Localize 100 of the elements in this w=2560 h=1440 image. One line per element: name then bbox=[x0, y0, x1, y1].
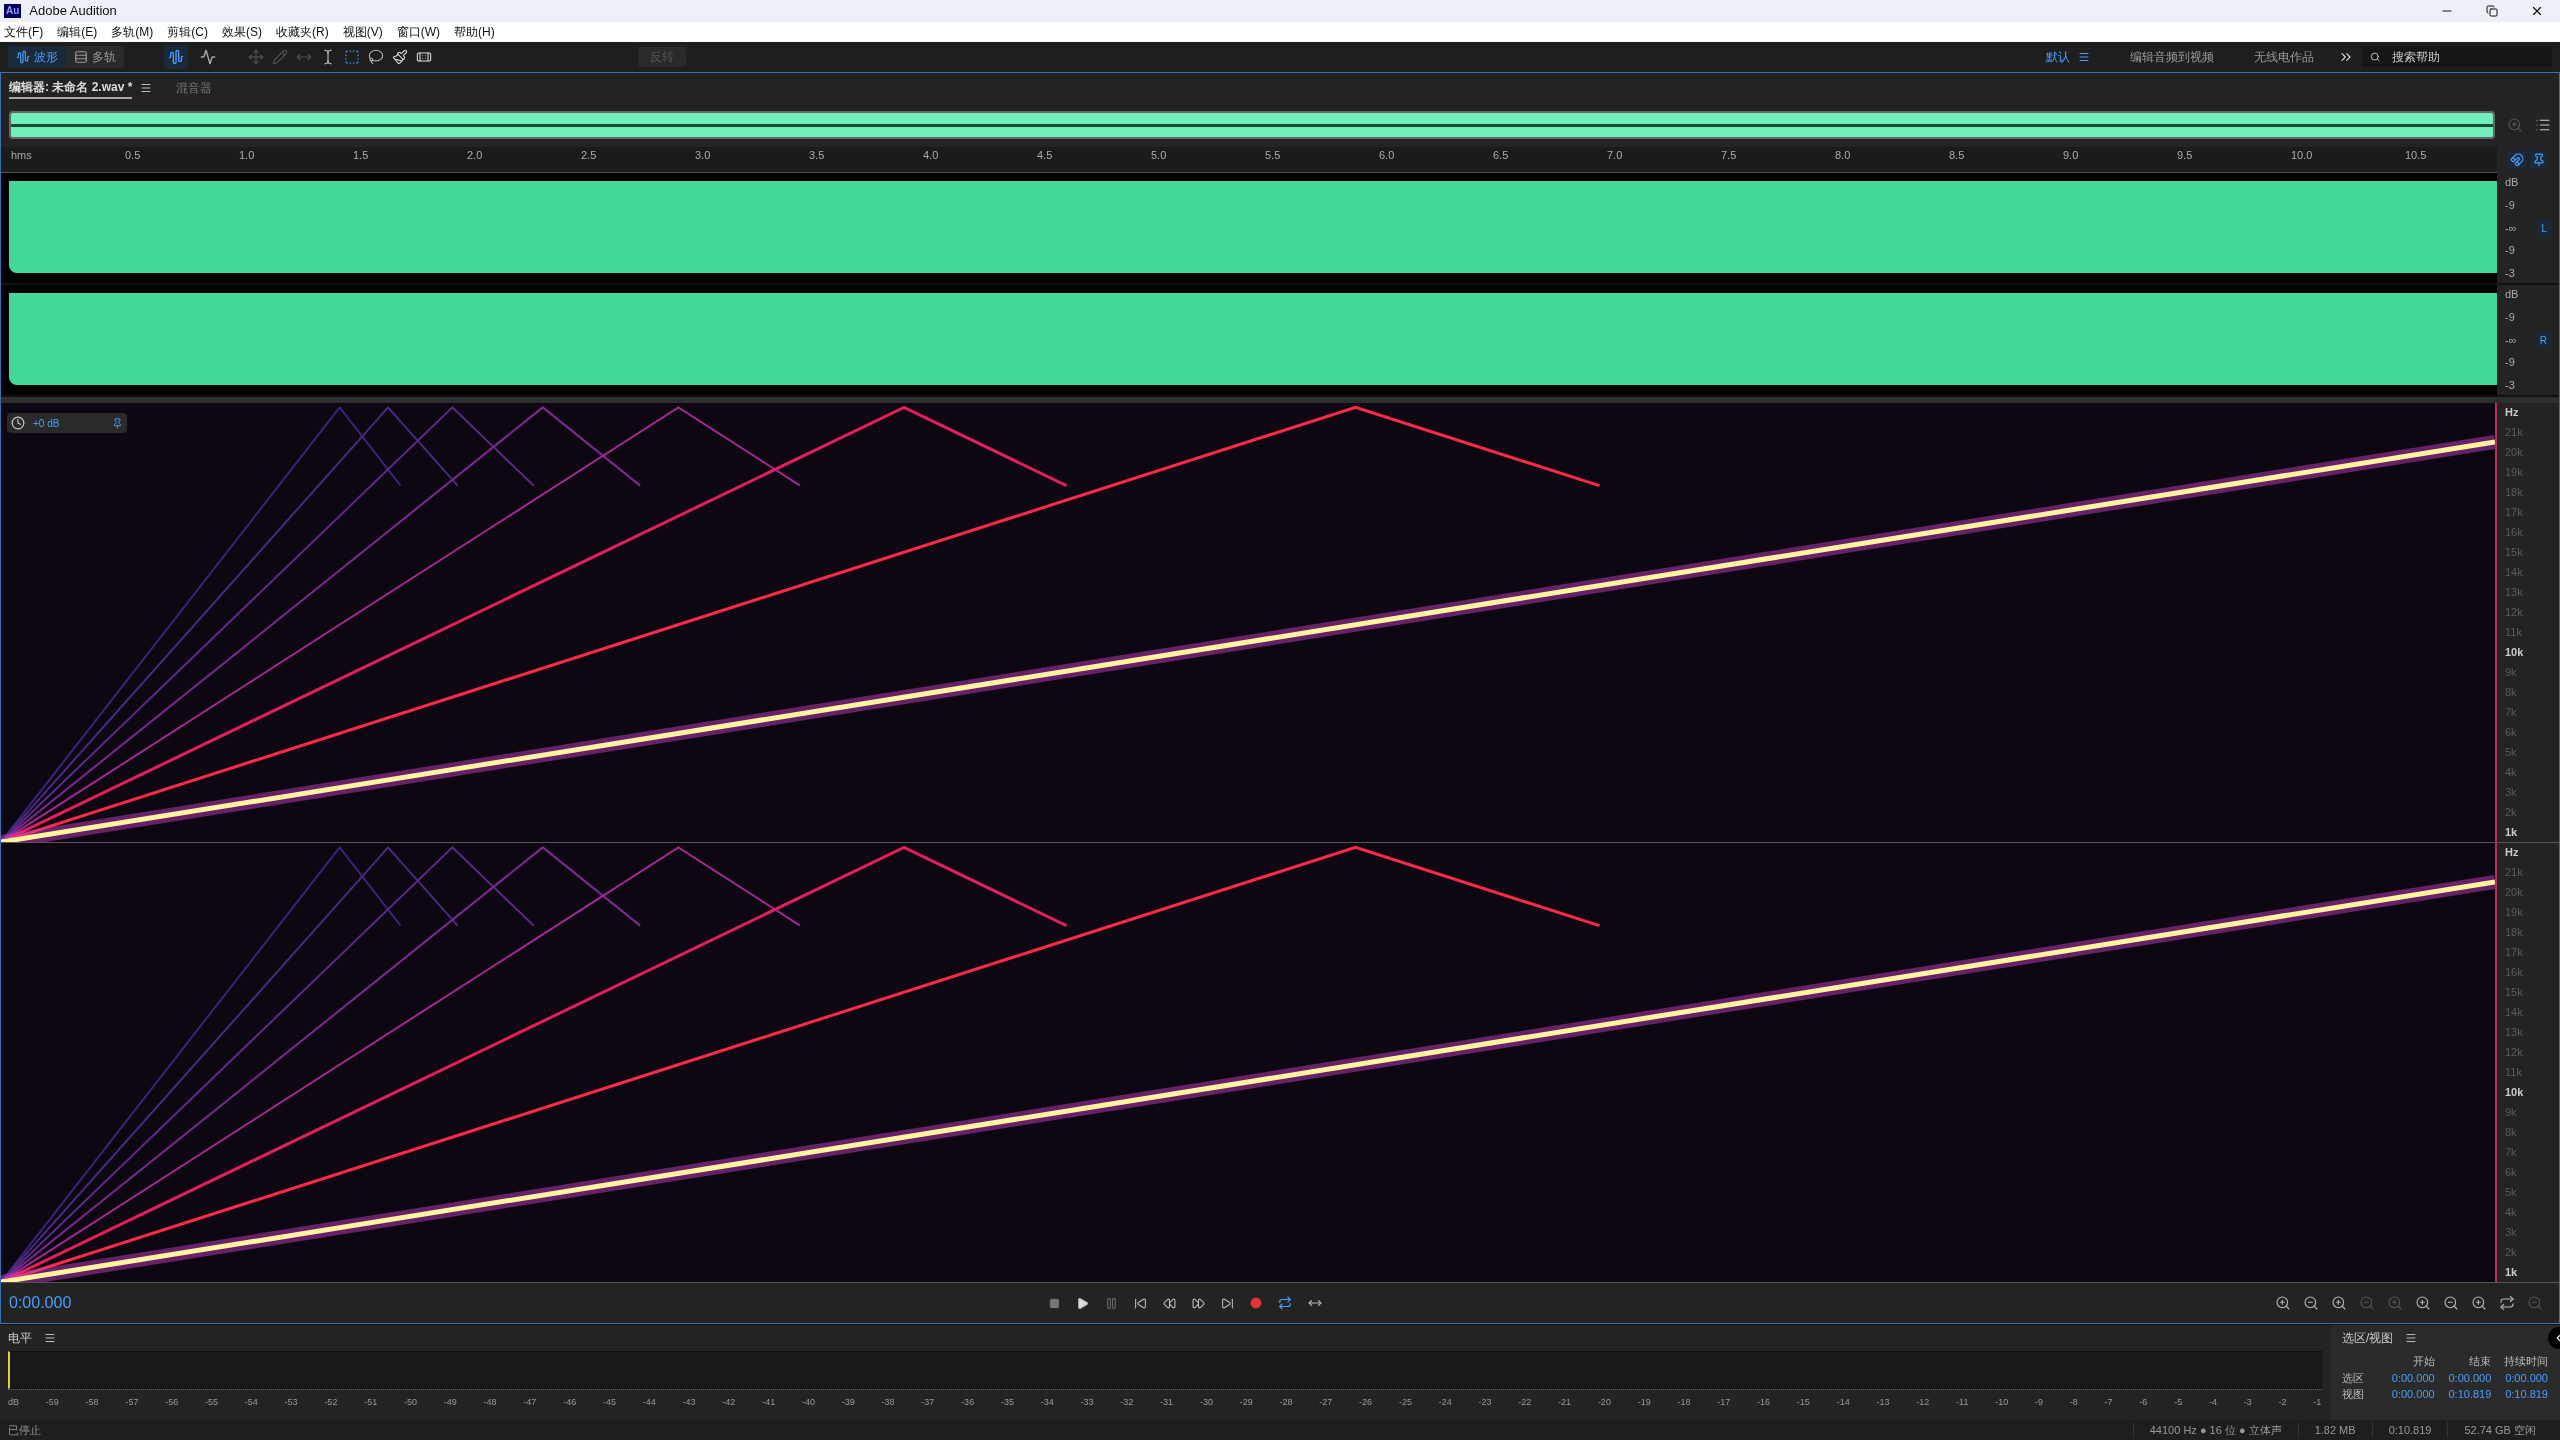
search-field[interactable]: 搜索帮助 bbox=[2362, 47, 2552, 67]
search-input[interactable]: 搜索帮助 bbox=[2392, 48, 2544, 66]
overview-waveform[interactable] bbox=[9, 111, 2495, 139]
scale-label: -51 bbox=[364, 1396, 378, 1409]
zoom-out-full-icon[interactable] bbox=[2443, 1295, 2459, 1311]
healing-tool-icon[interactable] bbox=[416, 49, 432, 65]
axis-label: 10k bbox=[2505, 1087, 2525, 1098]
scale-label: -3 bbox=[2243, 1396, 2252, 1409]
gain-control[interactable]: +0 dB bbox=[7, 413, 127, 433]
scale-label: -1 bbox=[2313, 1396, 2322, 1409]
axis-label: -9 bbox=[2505, 311, 2516, 323]
scale-label: -43 bbox=[682, 1396, 696, 1409]
scale-label: -5 bbox=[2174, 1396, 2183, 1409]
workspace-tab[interactable]: 编辑音频到视频 bbox=[2130, 48, 2214, 66]
panel-tab[interactable]: 混音器 bbox=[176, 77, 213, 99]
time-value[interactable]: 0:00.000 bbox=[2382, 1369, 2435, 1386]
axis-label: Hz bbox=[2505, 407, 2520, 418]
pin-button[interactable] bbox=[2530, 151, 2548, 169]
axis-label: 1k bbox=[2505, 827, 2519, 838]
ruler-label: 2.0 bbox=[467, 148, 484, 163]
mode-tab[interactable]: 波形 bbox=[8, 46, 66, 68]
scale-label: -49 bbox=[443, 1396, 457, 1409]
skip-back-button[interactable] bbox=[1134, 1296, 1147, 1310]
time-value[interactable]: 0:00.000 bbox=[2438, 1369, 2492, 1386]
menu-item[interactable]: 编辑(E) bbox=[57, 23, 98, 41]
stop-button[interactable] bbox=[1049, 1297, 1060, 1309]
scale-label: -15 bbox=[1796, 1396, 1810, 1409]
scale-label: -16 bbox=[1757, 1396, 1771, 1409]
workspace-menu-icon[interactable] bbox=[2078, 51, 2090, 63]
pause-button[interactable] bbox=[1105, 1296, 1118, 1310]
gain-value: +0 dB bbox=[33, 416, 60, 431]
axis-label: 20k bbox=[2505, 447, 2524, 458]
workspace-tab[interactable]: 无线电作品 bbox=[2254, 48, 2314, 66]
menu-item[interactable]: 窗口(W) bbox=[396, 23, 440, 41]
scale-label: -57 bbox=[125, 1396, 139, 1409]
menu-item[interactable]: 多轨(M) bbox=[111, 23, 154, 41]
workspace-tab[interactable]: 默认 bbox=[2046, 48, 2070, 66]
mode-tab[interactable]: 多轨 bbox=[66, 46, 124, 68]
zoom-in-amplitude-icon[interactable] bbox=[2275, 1295, 2291, 1311]
time-value[interactable]: 0:10.819 bbox=[2495, 1386, 2548, 1403]
channel-badge[interactable]: L bbox=[2537, 219, 2551, 237]
ruler-label: 4.5 bbox=[1037, 148, 1054, 163]
current-time: 0:00.000 bbox=[9, 1293, 73, 1313]
fast-forward-button[interactable] bbox=[1192, 1296, 1205, 1310]
close-icon[interactable] bbox=[2530, 4, 2544, 18]
ruler-label: 9.5 bbox=[2177, 148, 2194, 163]
scale-label: -9 bbox=[2034, 1396, 2043, 1409]
time-value[interactable]: 0:00.000 bbox=[2495, 1369, 2548, 1386]
zoom-full-icon[interactable] bbox=[2471, 1295, 2487, 1311]
scale-label: -59 bbox=[45, 1396, 59, 1409]
pin-icon[interactable] bbox=[112, 417, 123, 429]
status-text: 已停止 bbox=[8, 1422, 41, 1438]
menu-item[interactable]: 文件(F) bbox=[4, 23, 44, 41]
axis-label: 3k bbox=[2505, 787, 2518, 798]
channel-badge[interactable]: R bbox=[2535, 331, 2551, 349]
menu-item[interactable]: 视图(V) bbox=[342, 23, 383, 41]
scale-label: -46 bbox=[563, 1396, 577, 1409]
scale-label: -53 bbox=[284, 1396, 298, 1409]
panel-tab[interactable]: 编辑器: 未命名 2.wav * bbox=[9, 77, 133, 99]
scale-label: -7 bbox=[2104, 1396, 2113, 1409]
row-label: 视图 bbox=[2342, 1387, 2365, 1402]
restore-icon[interactable] bbox=[2486, 5, 2498, 17]
menu-item[interactable]: 收藏夹(R) bbox=[276, 23, 329, 41]
snap-button[interactable] bbox=[2508, 151, 2526, 169]
time-value[interactable]: 0:00.000 bbox=[2382, 1386, 2435, 1403]
scale-label: -21 bbox=[1558, 1396, 1572, 1409]
record-button[interactable] bbox=[1250, 1297, 1262, 1309]
status-item: 1.82 MB bbox=[2297, 1421, 2372, 1439]
time-value[interactable]: 0:10.819 bbox=[2438, 1386, 2492, 1403]
axis-label: 14k bbox=[2505, 1007, 2524, 1018]
menu-item[interactable]: 帮助(H) bbox=[454, 23, 495, 41]
panel-menu-icon[interactable] bbox=[2405, 1332, 2418, 1344]
play-button[interactable] bbox=[1076, 1296, 1089, 1310]
panel-menu-icon[interactable] bbox=[44, 1332, 56, 1344]
axis-label: 19k bbox=[2505, 467, 2524, 478]
loop-button[interactable] bbox=[1278, 1296, 1292, 1310]
zoom-in-time-icon[interactable] bbox=[2331, 1295, 2347, 1311]
axis-label: -3 bbox=[2505, 268, 2516, 279]
skip-forward-button[interactable] bbox=[1221, 1296, 1234, 1310]
reset-zoom-icon[interactable] bbox=[2499, 1295, 2515, 1311]
zoom-in-point-icon[interactable] bbox=[2415, 1295, 2431, 1311]
scale-label: -25 bbox=[1398, 1396, 1412, 1409]
axis-label: 20k bbox=[2505, 887, 2524, 898]
lasso-tool-icon[interactable] bbox=[368, 49, 384, 65]
column-header: 开始 bbox=[2411, 1354, 2435, 1369]
scale-label: -20 bbox=[1597, 1396, 1611, 1409]
scale-label: -41 bbox=[762, 1396, 776, 1409]
brush-tool-icon[interactable] bbox=[392, 49, 408, 65]
axis-label: 15k bbox=[2505, 987, 2524, 998]
menu-item[interactable]: 剪辑(C) bbox=[167, 23, 208, 41]
zoom-out-amplitude-icon[interactable] bbox=[2303, 1295, 2319, 1311]
list-icon[interactable] bbox=[2535, 117, 2551, 133]
marquee-tool-icon[interactable] bbox=[344, 49, 360, 65]
rewind-button[interactable] bbox=[1163, 1296, 1176, 1310]
axis-label: 16k bbox=[2505, 527, 2524, 538]
scale-label: -18 bbox=[1677, 1396, 1691, 1409]
scale-label: -28 bbox=[1279, 1396, 1293, 1409]
panel-menu-icon[interactable] bbox=[140, 82, 153, 94]
menu-item[interactable]: 效果(S) bbox=[222, 23, 262, 41]
spectral-view-button[interactable] bbox=[164, 45, 188, 69]
